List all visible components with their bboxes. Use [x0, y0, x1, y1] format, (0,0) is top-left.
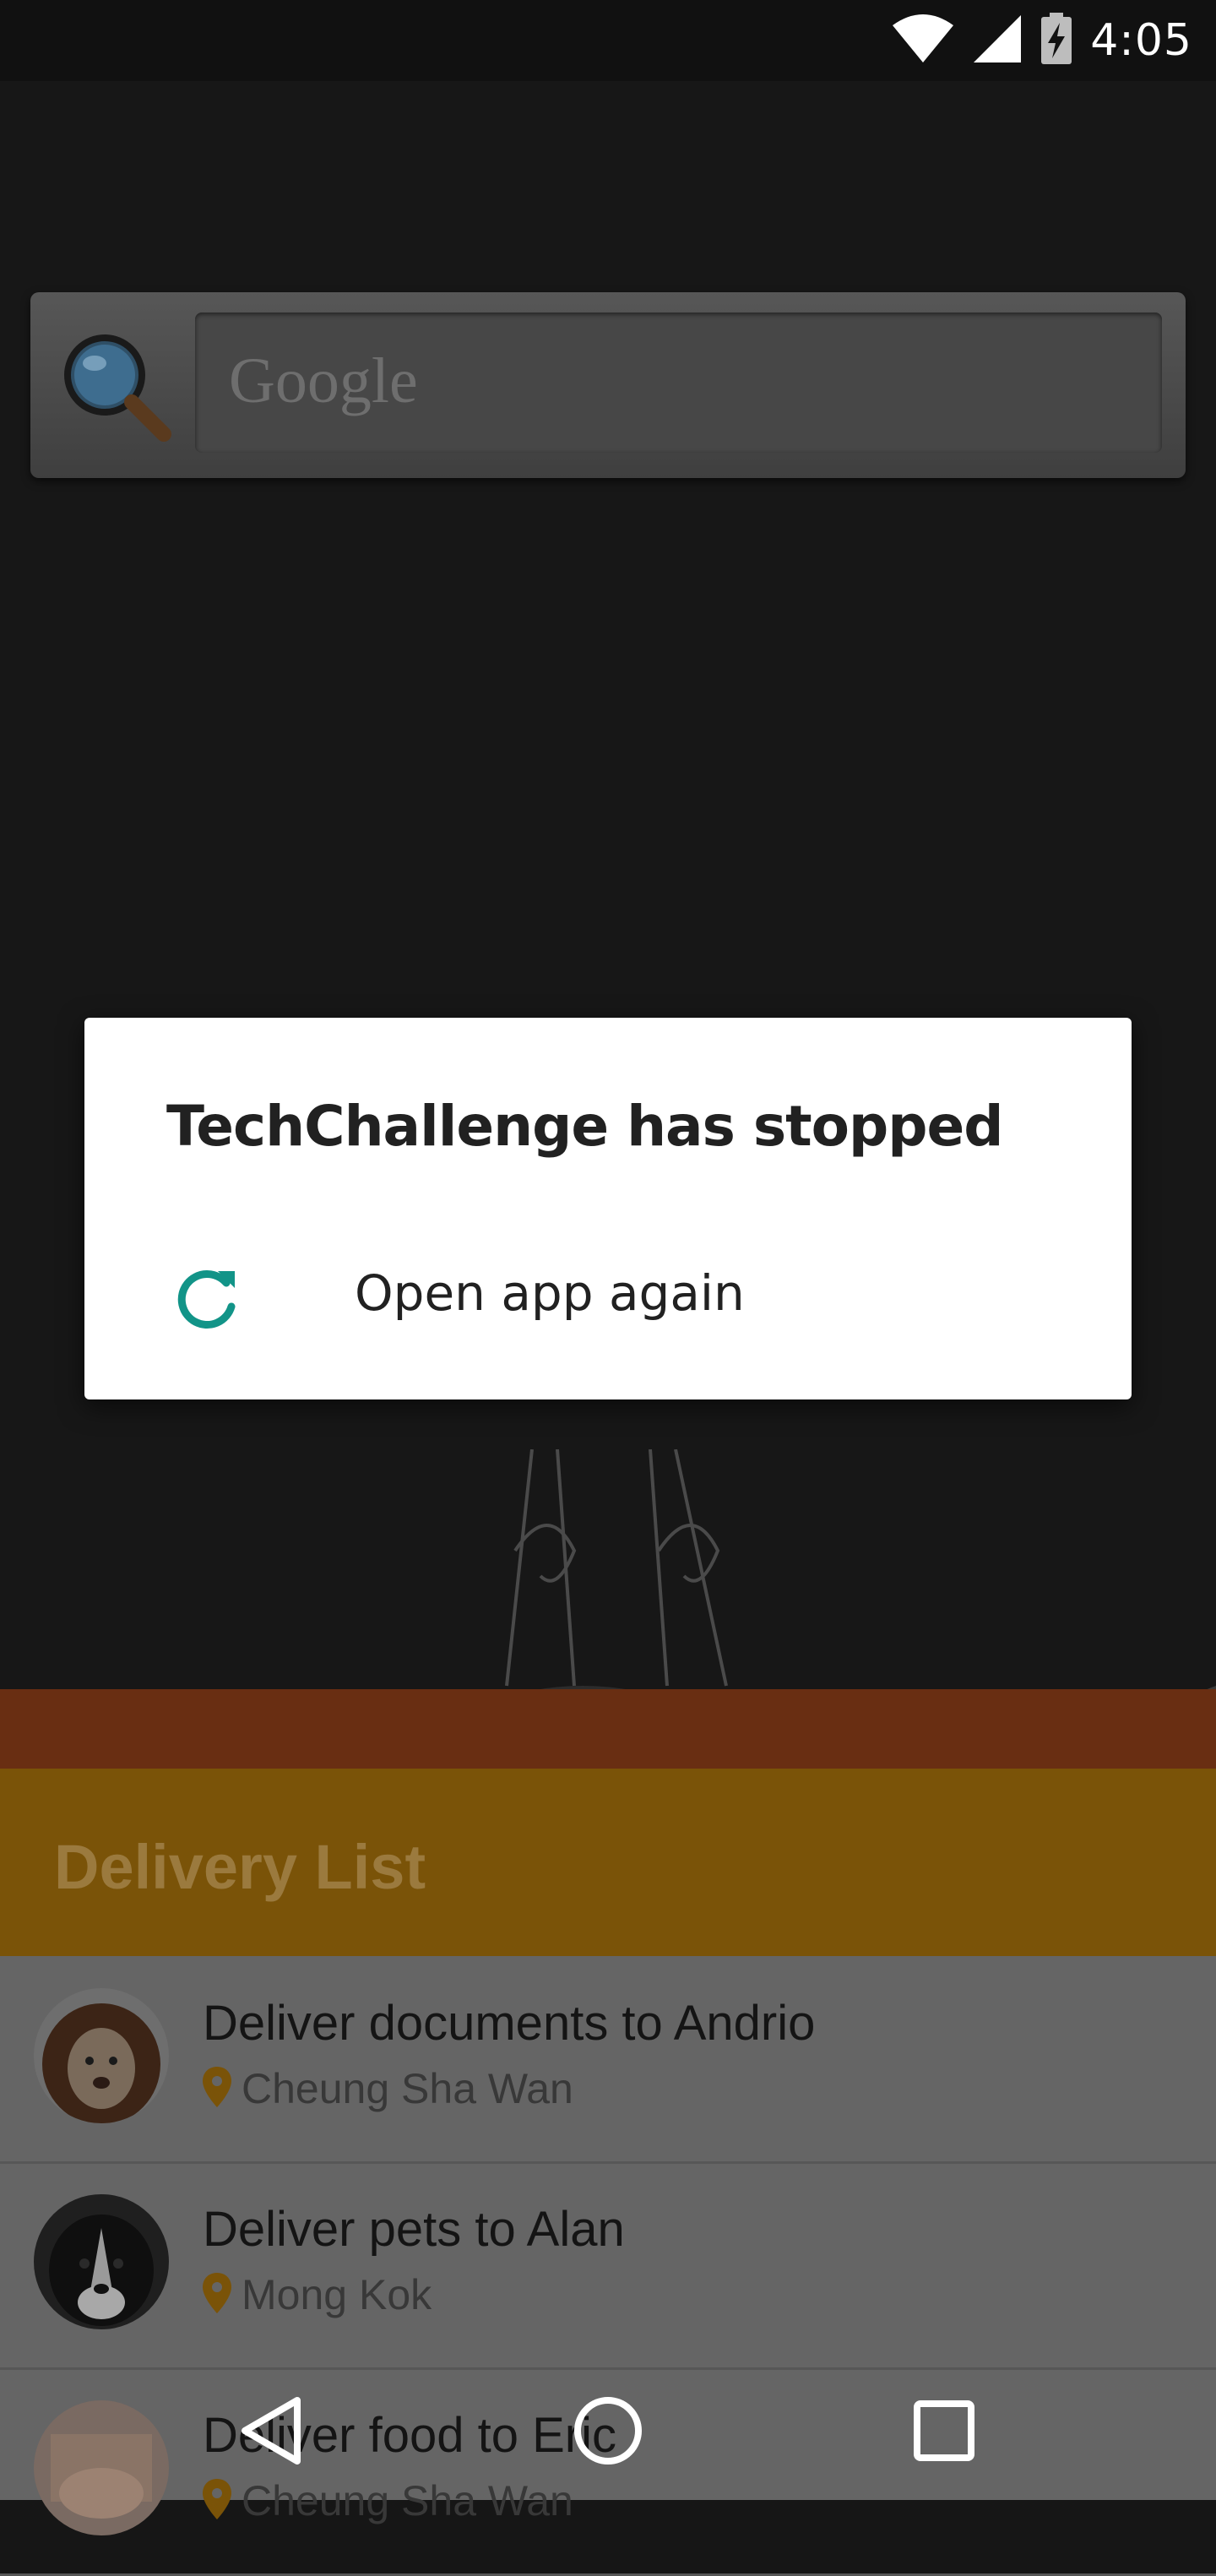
recents-button[interactable]: [893, 2382, 995, 2483]
navigation-bar: [0, 2365, 1216, 2500]
google-search-widget[interactable]: Google: [30, 292, 1186, 478]
location-pin-icon: [203, 2066, 231, 2111]
dialog-title: TechChallenge has stopped: [166, 1094, 1004, 1159]
refresh-icon: [169, 1263, 245, 1339]
avatar: [34, 2194, 169, 2329]
home-icon: [573, 2395, 643, 2470]
status-time: 4:05: [1090, 15, 1192, 66]
app-stopped-dialog: TechChallenge has stopped Open app again: [84, 1018, 1132, 1399]
home-screen-background: Google: [0, 81, 1216, 1770]
status-icons: 4:05: [891, 0, 1192, 81]
recents-icon: [914, 2399, 974, 2465]
back-button[interactable]: [221, 2382, 323, 2483]
magnifier-icon: [56, 326, 174, 444]
search-input[interactable]: Google: [195, 312, 1162, 453]
status-bar: 4:05: [0, 0, 1216, 81]
delivery-title: Deliver pets to Alan: [203, 2202, 625, 2257]
avatar: [34, 1988, 169, 2123]
delivery-title: Deliver documents to Andrio: [203, 1996, 816, 2051]
app-toolbar: Delivery List: [0, 1769, 1216, 1956]
list-item[interactable]: Deliver pets to Alan Mong Kok: [0, 2162, 1216, 2370]
delivery-location: Cheung Sha Wan: [203, 2064, 573, 2113]
app-title: Delivery List: [54, 1832, 426, 1902]
list-item[interactable]: Deliver documents to Andrio Cheung Sha W…: [0, 1956, 1216, 2164]
cell-signal-icon: [972, 14, 1023, 68]
delivery-location: Mong Kok: [203, 2270, 432, 2319]
open-app-again-label: Open app again: [355, 1264, 745, 1322]
home-button[interactable]: [557, 2382, 659, 2483]
app-status-bar-background: [0, 1689, 1216, 1769]
location-label: Cheung Sha Wan: [242, 2065, 573, 2112]
open-app-again-button[interactable]: Open app again: [84, 1229, 1132, 1364]
location-label: Mong Kok: [242, 2271, 432, 2318]
search-placeholder: Google: [229, 345, 418, 416]
location-pin-icon: [203, 2272, 231, 2318]
back-icon: [238, 2395, 306, 2470]
battery-charging-icon: [1040, 12, 1073, 69]
wifi-icon: [891, 14, 955, 68]
